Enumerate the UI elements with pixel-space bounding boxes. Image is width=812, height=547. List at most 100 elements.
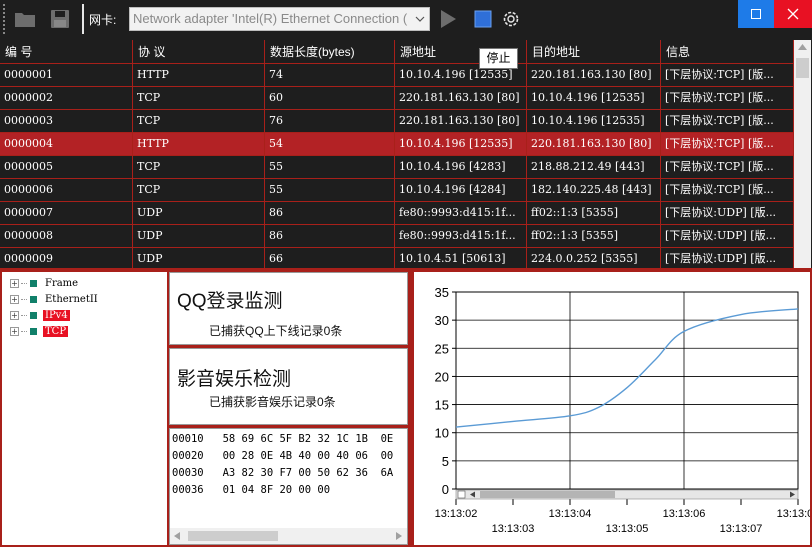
tree-node[interactable]: + TCP — [10, 324, 69, 338]
start-capture-icon[interactable] — [436, 7, 460, 31]
table-row[interactable]: 0000004 HTTP 54 10.10.4.196 [12535] 220.181.… — [0, 133, 794, 156]
app-window: 网卡: Network adapter 'Intel(R) Ethernet C… — [0, 0, 812, 547]
y-tick-label: 0 — [442, 482, 449, 497]
hex-line: 00020 00 28 0E 4B 40 00 40 06 00 — [172, 450, 394, 462]
tree-node-label: EthernetII — [45, 293, 98, 305]
table-row[interactable]: 0000005 TCP 55 10.10.4.196 [4283] 218.88.212… — [0, 156, 794, 179]
column-header-info[interactable]: 信息 — [661, 40, 794, 64]
cell-source: 10.10.4.196 [12535] — [395, 133, 527, 155]
chevron-down-icon[interactable] — [411, 8, 429, 30]
cell-number: 0000009 — [0, 248, 133, 268]
x-tick-label: 13:13:02 — [435, 508, 478, 520]
x-tick-label: 13:13:07 — [720, 523, 763, 535]
cell-destination: 10.10.4.196 [12535] — [527, 87, 661, 109]
toolbar-grip[interactable] — [3, 4, 5, 34]
cell-source: 220.181.163.130 [80] — [395, 110, 527, 132]
cell-destination: 218.88.212.49 [443] — [527, 156, 661, 178]
cell-source: 10.10.4.51 [50613] — [395, 248, 527, 268]
x-tick-label: 13:13:08 — [777, 508, 810, 520]
scroll-right-icon[interactable] — [396, 532, 402, 540]
table-row[interactable]: 0000002 TCP 60 220.181.163.130 [80] 10.10.4.… — [0, 87, 794, 110]
table-header: 编 号 协 议 数据长度(bytes) 源地址 目的地址 信息 — [0, 40, 794, 64]
qq-monitor-panel: QQ登录监测 已捕获QQ上下线记录0条 — [169, 272, 408, 345]
tree-node[interactable]: + IPv4 — [10, 308, 70, 322]
cell-length: 66 — [265, 248, 395, 268]
nic-select-value: Network adapter 'Intel(R) Ethernet Conne… — [133, 11, 408, 26]
expand-icon[interactable]: + — [10, 310, 19, 320]
tree-node[interactable]: + EthernetII — [10, 292, 100, 306]
scrollbar-thumb[interactable] — [188, 531, 278, 541]
node-icon — [30, 279, 37, 287]
node-icon — [30, 327, 37, 335]
cell-protocol: TCP — [133, 156, 265, 178]
cell-protocol: TCP — [133, 110, 265, 132]
cell-length: 55 — [265, 179, 395, 201]
expand-icon[interactable]: + — [10, 294, 19, 304]
cell-source: fe80::9993:d415:1f... — [395, 225, 527, 247]
cell-info: [下层协议:UDP] [版... — [661, 202, 794, 224]
cell-protocol: UDP — [133, 248, 265, 268]
scroll-up-icon[interactable] — [798, 44, 807, 50]
cell-number: 0000003 — [0, 110, 133, 132]
cell-length: 60 — [265, 87, 395, 109]
cell-number: 0000005 — [0, 156, 133, 178]
chart-zoom-reset-icon[interactable] — [457, 490, 466, 499]
cell-number: 0000007 — [0, 202, 133, 224]
table-row[interactable]: 0000007 UDP 86 fe80::9993:d415:1f... ff02::1… — [0, 202, 794, 225]
cell-info: [下层协议:TCP] [版... — [661, 156, 794, 178]
save-icon[interactable] — [48, 7, 72, 31]
table-row[interactable]: 0000006 TCP 55 10.10.4.196 [4284] 182.140.22… — [0, 179, 794, 202]
y-tick-label: 25 — [435, 341, 449, 356]
cell-destination: ff02::1:3 [5355] — [527, 225, 661, 247]
column-header-length[interactable]: 数据长度(bytes) — [265, 40, 395, 64]
cell-length: 74 — [265, 64, 395, 86]
scroll-left-icon[interactable] — [174, 532, 180, 540]
entertainment-monitor-panel: 影音娱乐检测 已捕获影音娱乐记录0条 — [169, 348, 408, 425]
packet-table: 编 号 协 议 数据长度(bytes) 源地址 目的地址 信息 0000001 H… — [0, 38, 812, 268]
table-row[interactable]: 0000001 HTTP 74 10.10.4.196 [12535] 220.181.… — [0, 64, 794, 87]
expand-icon[interactable]: + — [10, 326, 19, 336]
scrollbar-thumb[interactable] — [796, 58, 809, 78]
cell-info: [下层协议:UDP] [版... — [661, 248, 794, 268]
nic-select[interactable]: Network adapter 'Intel(R) Ethernet Conne… — [129, 7, 430, 31]
cell-length: 55 — [265, 156, 395, 178]
qq-monitor-title: QQ登录监测 — [177, 291, 283, 312]
tree-node[interactable]: + Frame — [10, 276, 80, 290]
column-header-protocol[interactable]: 协 议 — [133, 40, 265, 64]
table-row[interactable]: 0000008 UDP 86 fe80::9993:d415:1f... ff02::1… — [0, 225, 794, 248]
cell-destination: 182.140.225.48 [443] — [527, 179, 661, 201]
tree-node-label: IPv4 — [43, 309, 70, 321]
cell-destination: 10.10.4.196 [12535] — [527, 110, 661, 132]
hex-horizontal-scrollbar[interactable] — [170, 528, 407, 544]
column-header-number[interactable]: 编 号 — [0, 40, 133, 64]
y-tick-label: 20 — [435, 369, 449, 384]
node-icon — [30, 311, 37, 319]
open-folder-icon[interactable] — [13, 7, 37, 31]
entertainment-monitor-title: 影音娱乐检测 — [177, 369, 292, 390]
close-button[interactable] — [774, 0, 812, 28]
y-tick-label: 10 — [435, 426, 449, 441]
cell-protocol: TCP — [133, 87, 265, 109]
cell-info: [下层协议:TCP] [版... — [661, 179, 794, 201]
column-header-destination[interactable]: 目的地址 — [527, 40, 661, 64]
cell-info: [下层协议:UDP] [版... — [661, 225, 794, 247]
x-tick-label: 13:13:04 — [549, 508, 592, 520]
chart-scrollbar-thumb[interactable] — [480, 491, 615, 498]
expand-icon[interactable]: + — [10, 278, 19, 288]
stop-capture-icon[interactable] — [471, 7, 495, 31]
x-tick-label: 13:13:03 — [492, 523, 535, 535]
y-tick-label: 15 — [435, 398, 449, 413]
vertical-scrollbar[interactable] — [794, 40, 811, 268]
cell-source: 10.10.4.196 [4284] — [395, 179, 527, 201]
cell-number: 0000008 — [0, 225, 133, 247]
qq-monitor-subtitle: 已捕获QQ上下线记录0条 — [209, 324, 343, 338]
table-row[interactable]: 0000003 TCP 76 220.181.163.130 [80] 10.10.4.… — [0, 110, 794, 133]
maximize-button[interactable] — [738, 0, 774, 28]
cell-source: 10.10.4.196 [4283] — [395, 156, 527, 178]
toolbar-separator — [82, 4, 84, 34]
gear-icon[interactable] — [499, 7, 523, 31]
hex-line: 00030 A3 82 30 F7 00 50 62 36 6A — [172, 467, 394, 479]
table-row[interactable]: 0000009 UDP 66 10.10.4.51 [50613] 224.0.0.25… — [0, 248, 794, 268]
tree-connector — [21, 282, 27, 284]
tree-connector — [21, 298, 27, 300]
